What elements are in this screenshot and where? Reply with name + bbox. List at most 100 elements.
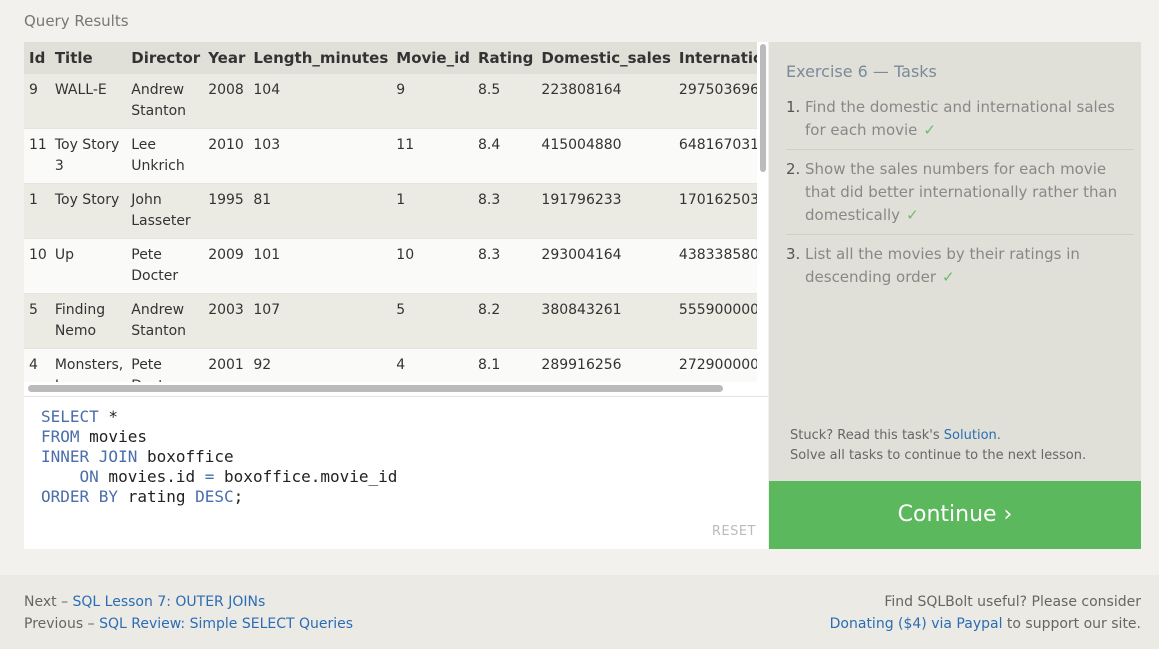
cell: Andrew Stanton [126, 74, 204, 129]
exercise-title: Exercise 6 — Tasks [786, 62, 937, 81]
table-row: 11 Toy Story 3 Lee Unkrich 2010 103 11 8… [24, 128, 768, 184]
checkmark-icon: ✓ [906, 206, 919, 224]
results-table: Id Title Director Year Length_minutes Mo… [24, 42, 768, 396]
vertical-scrollbar-thumb[interactable] [760, 44, 766, 172]
header-year: Year [203, 42, 249, 74]
cell: Lee Unkrich [126, 128, 204, 184]
task-text: Find the domestic and international sale… [805, 98, 1115, 139]
task-list: 1. Find the domestic and international s… [786, 94, 1134, 302]
solve-all-text: Solve all tasks to continue to the next … [790, 448, 1087, 463]
code-line: ORDER BY rating DESC; [41, 487, 243, 506]
cell: Up [49, 238, 127, 294]
cell: 2003 [203, 293, 249, 349]
cell: 104 [248, 74, 392, 129]
cell: 5 [24, 293, 50, 349]
stuck-prefix: Stuck? Read this task's [790, 428, 944, 443]
cell: 415004880 [536, 128, 674, 184]
cell: 1995 [203, 183, 249, 239]
cell: 9 [391, 74, 473, 129]
useful-text: Find SQLBolt useful? Please consider [884, 594, 1141, 610]
next-lesson: Next – SQL Lesson 7: OUTER JOINs [24, 594, 265, 610]
cell: 191796233 [536, 183, 674, 239]
vertical-scrollbar[interactable] [757, 42, 768, 382]
cell: 8.5 [473, 74, 537, 129]
previous-lesson-link[interactable]: SQL Review: Simple SELECT Queries [99, 616, 353, 632]
next-prefix: Next – [24, 594, 73, 610]
cell: Toy Story [49, 183, 127, 239]
cell: WALL-E [49, 74, 127, 129]
code-line: SELECT * [41, 407, 118, 426]
donate-line: Donating ($4) via Paypal to support our … [830, 616, 1141, 632]
cell: 8.3 [473, 238, 537, 294]
table-row: 1 Toy Story John Lasseter 1995 81 1 8.3 … [24, 183, 768, 239]
query-results-label: Query Results [24, 12, 129, 30]
donate-link[interactable]: Donating ($4) via Paypal [830, 616, 1003, 632]
next-lesson-link[interactable]: SQL Lesson 7: OUTER JOINs [73, 594, 266, 610]
header-id: Id [24, 42, 50, 74]
previous-lesson: Previous – SQL Review: Simple SELECT Que… [24, 616, 353, 632]
cell: 81 [248, 183, 392, 239]
cell: 8.3 [473, 183, 537, 239]
cell: 10 [391, 238, 473, 294]
sql-text: rating [118, 487, 196, 506]
horizontal-scrollbar[interactable] [24, 382, 768, 396]
header-title: Title [49, 42, 127, 74]
cell: 8.4 [473, 128, 537, 184]
sql-keyword: INNER JOIN [41, 447, 138, 466]
cell: Finding Nemo [49, 293, 127, 349]
cell: 293004164 [536, 238, 674, 294]
stuck-hint: Stuck? Read this task's Solution. Solve … [790, 426, 1086, 466]
cell: Pete Docter [126, 238, 204, 294]
task-item: 2. Show the sales numbers for each movie… [786, 156, 1134, 235]
cell: Andrew Stanton [126, 293, 204, 349]
continue-button[interactable]: Continue › [769, 481, 1141, 549]
sql-text: boxoffice.movie_id [214, 467, 398, 486]
checkmark-icon: ✓ [942, 268, 955, 286]
task-item: 3. List all the movies by their ratings … [786, 241, 1134, 296]
cell: 11 [391, 128, 473, 184]
task-number: 1. [786, 98, 801, 116]
sql-text: movies.id [98, 467, 205, 486]
cell: 2008 [203, 74, 249, 129]
reset-button[interactable]: RESET [712, 524, 756, 539]
cell: 1 [391, 183, 473, 239]
cell: Toy Story 3 [49, 128, 127, 184]
results-table-panel[interactable]: Id Title Director Year Length_minutes Mo… [24, 42, 768, 396]
header-director: Director [126, 42, 204, 74]
solution-link[interactable]: Solution [944, 428, 997, 443]
stuck-suffix: . [996, 428, 1001, 443]
cell: 8.2 [473, 293, 537, 349]
footer: Next – SQL Lesson 7: OUTER JOINs Previou… [0, 575, 1159, 649]
table-row: 9 WALL-E Andrew Stanton 2008 104 9 8.5 2… [24, 74, 768, 129]
horizontal-scrollbar-thumb[interactable] [28, 385, 723, 392]
sql-editor[interactable]: SELECT * FROM movies INNER JOIN boxoffic… [24, 396, 768, 549]
cell: John Lasseter [126, 183, 204, 239]
task-number: 3. [786, 245, 801, 263]
checkmark-icon: ✓ [923, 121, 936, 139]
cell: 297503696 [673, 74, 768, 129]
sql-keyword: ON [41, 467, 99, 486]
cell: 648167031 [673, 128, 768, 184]
cell: 5 [391, 293, 473, 349]
sql-keyword: DESC [195, 487, 234, 506]
sql-code[interactable]: SELECT * FROM movies INNER JOIN boxoffic… [41, 407, 397, 507]
cell: 2009 [203, 238, 249, 294]
cell: 11 [24, 128, 50, 184]
table-row: 5 Finding Nemo Andrew Stanton 2003 107 5… [24, 293, 768, 349]
sql-text: * [98, 407, 119, 426]
table-row: 10 Up Pete Docter 2009 101 10 8.3 293004… [24, 238, 768, 294]
sql-text: movies [79, 427, 147, 446]
header-rating: Rating [473, 42, 537, 74]
exercise-tasks-panel: Exercise 6 — Tasks 1. Find the domestic … [769, 42, 1141, 481]
sql-text: boxoffice [137, 447, 234, 466]
donate-suffix: to support our site. [1002, 616, 1141, 632]
code-line: FROM movies [41, 427, 147, 446]
task-text: Show the sales numbers for each movie th… [805, 160, 1118, 224]
cell: 2010 [203, 128, 249, 184]
header-length-minutes: Length_minutes [248, 42, 392, 74]
header-movie-id: Movie_id [391, 42, 473, 74]
cell: 103 [248, 128, 392, 184]
cell: 101 [248, 238, 392, 294]
cell: 107 [248, 293, 392, 349]
sql-keyword: FROM [41, 427, 80, 446]
